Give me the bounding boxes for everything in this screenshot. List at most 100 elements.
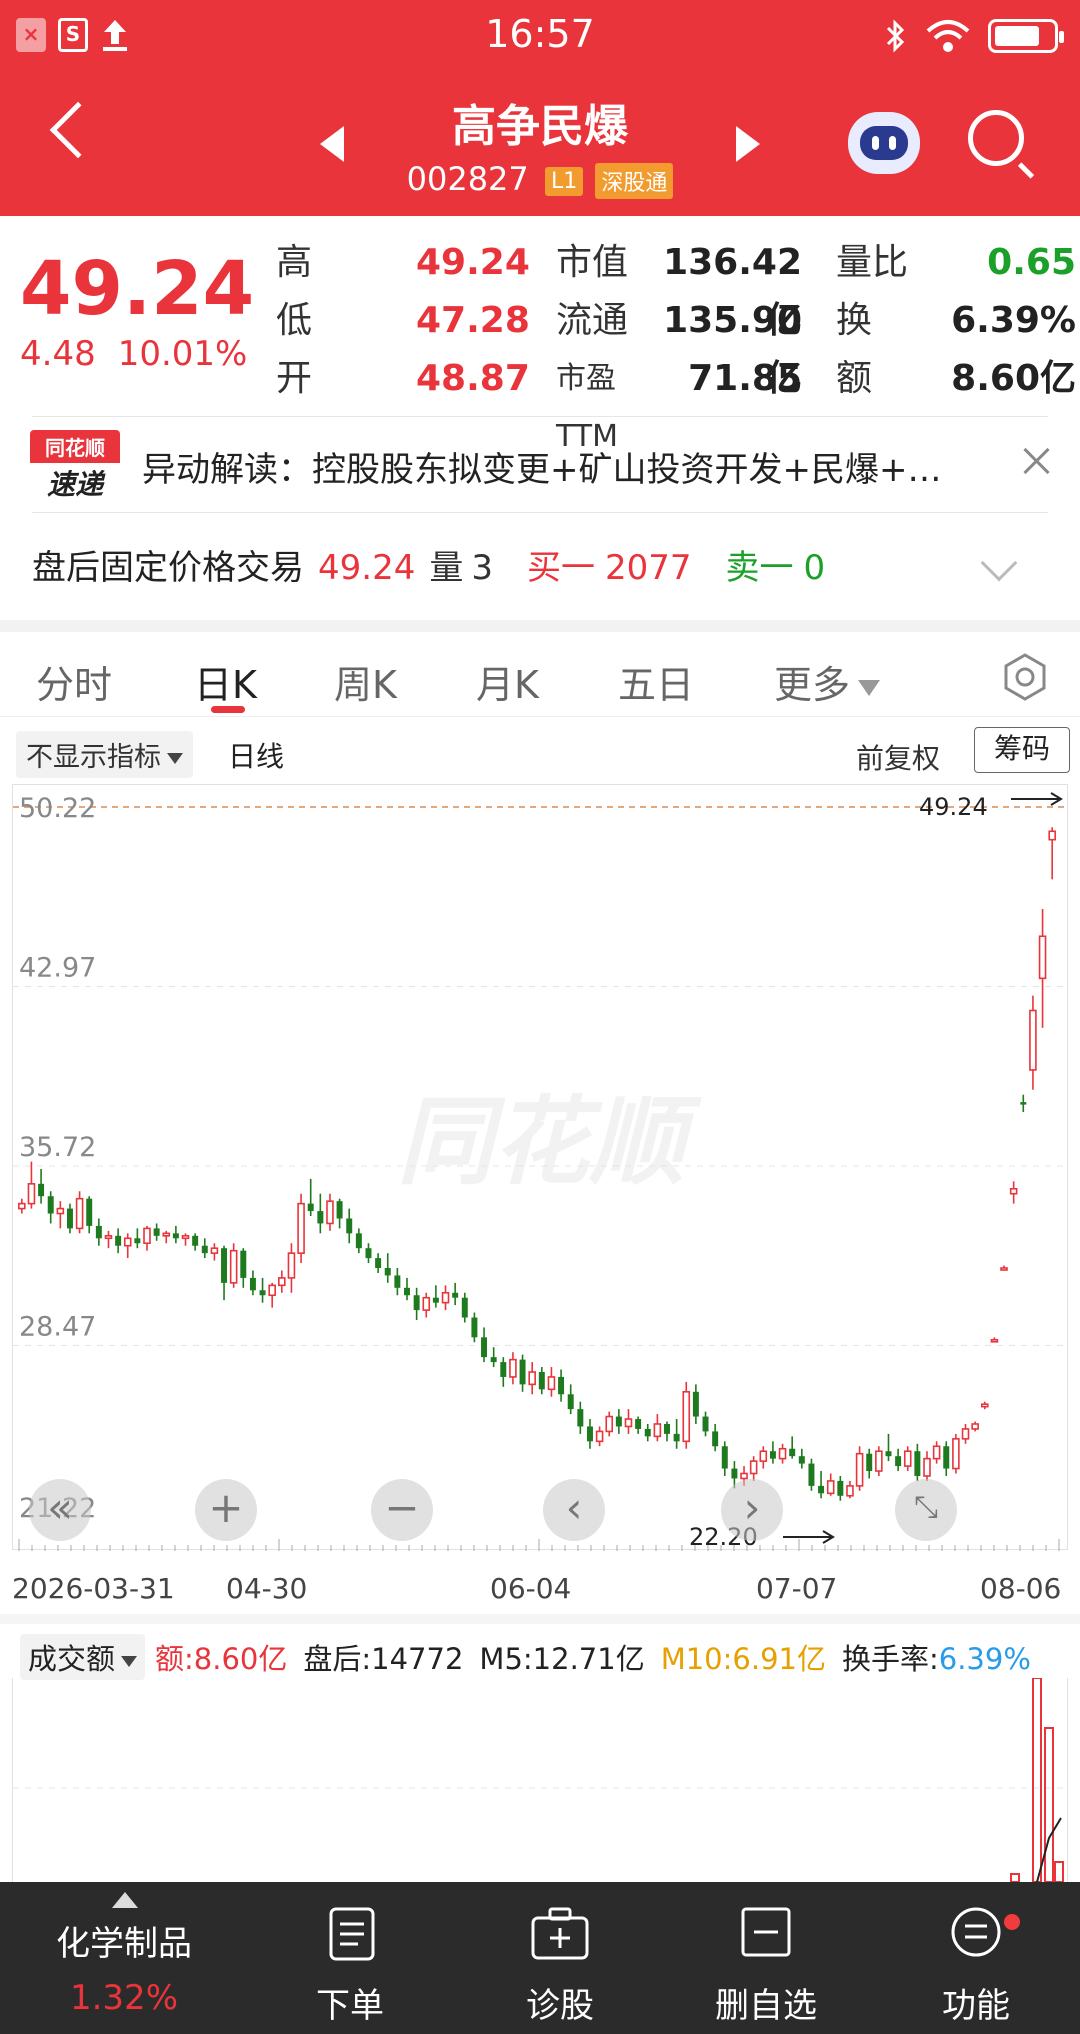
date-tick: 08-06 — [980, 1572, 1062, 1605]
battery-icon — [988, 19, 1064, 53]
nav-remove-watchlist[interactable]: 删自选 — [686, 1882, 846, 2034]
volume-svg — [13, 1677, 1069, 1883]
candle-body — [278, 1277, 286, 1287]
date-tick: 2026-03-31 — [12, 1572, 175, 1605]
level-tag: L1 — [544, 166, 584, 196]
bluetooth-icon — [886, 19, 905, 53]
tab-intraday[interactable]: 分时 — [36, 654, 112, 709]
candle-body — [826, 1480, 835, 1495]
tab-more[interactable]: 更多 — [774, 654, 881, 709]
next-stock-button[interactable] — [736, 126, 760, 162]
candle-body — [259, 1290, 266, 1296]
robot-eye-right — [889, 136, 896, 150]
ai-assistant-robot-icon[interactable] — [848, 112, 920, 174]
candle-body — [644, 1428, 651, 1437]
tab-five-day[interactable]: 五日 — [618, 654, 694, 709]
candle-body — [365, 1248, 372, 1259]
change-percent: 10.01% — [117, 334, 248, 374]
settings-hexagon-icon[interactable] — [1000, 652, 1050, 702]
candle-body — [866, 1453, 873, 1472]
candle-body — [635, 1419, 642, 1429]
bottom-nav: 化学制品 1.32% 下单 诊股 删自选 功能 — [0, 1882, 1080, 2034]
nav-diagnose[interactable]: 诊股 — [480, 1882, 640, 2034]
current-price: 49.24 — [20, 246, 255, 332]
zoom-in-icon[interactable]: + — [195, 1479, 257, 1541]
indicator-dropdown[interactable]: 不显示指标 — [16, 731, 193, 778]
tab-daily-k[interactable]: 日K — [194, 654, 257, 709]
robot-eye-left — [872, 136, 879, 150]
candle-body — [837, 1480, 844, 1496]
connect-tag: 深股通 — [595, 163, 674, 199]
candle-body — [875, 1450, 883, 1472]
news-logo: 同花顺 速递 — [30, 430, 120, 502]
candle-body — [1020, 1102, 1027, 1105]
candle-body — [307, 1203, 314, 1212]
candle-body — [885, 1451, 892, 1457]
pan-right-icon[interactable]: › — [721, 1479, 783, 1541]
pan-left-icon[interactable]: ‹ — [543, 1479, 605, 1541]
y-tick-label: 28.47 — [19, 1312, 96, 1343]
candle-body — [287, 1252, 296, 1279]
quote-pe-ttm: 市盈TTM 71.85 — [556, 358, 802, 454]
rewind-icon[interactable]: « — [29, 1479, 91, 1541]
volume-indicator-dropdown[interactable]: 成交额 — [20, 1634, 146, 1680]
candle-body — [317, 1211, 324, 1224]
volume-bar — [1010, 1873, 1020, 1883]
candle-body — [95, 1225, 102, 1239]
industry-name: 化学制品 — [56, 1924, 192, 1964]
candle-body — [355, 1233, 362, 1249]
search-icon[interactable] — [968, 110, 1024, 166]
candle-body — [461, 1297, 468, 1318]
candle-body — [778, 1447, 787, 1460]
tab-weekly-k[interactable]: 周K — [334, 654, 397, 709]
candle-body — [143, 1227, 151, 1245]
zoom-out-icon[interactable]: − — [371, 1479, 433, 1541]
volume-amount: 额:8.60亿 — [155, 1642, 288, 1676]
close-icon[interactable] — [1022, 446, 1052, 476]
candle-body — [624, 1418, 633, 1428]
kline-chart[interactable]: 同花顺50.2242.9735.7228.4721.2249.2422.20 «… — [12, 784, 1069, 1551]
divider — [32, 512, 1048, 513]
tab-monthly-k[interactable]: 月K — [476, 654, 539, 709]
chevron-down-icon[interactable] — [980, 544, 1018, 582]
candle-body — [577, 1409, 584, 1427]
industry-sector[interactable]: 化学制品 1.32% — [36, 1882, 212, 2034]
nav-order[interactable]: 下单 — [270, 1882, 430, 2034]
candle-body — [558, 1376, 565, 1395]
candle-body — [115, 1235, 122, 1246]
candle-body — [759, 1450, 768, 1462]
volume-chart[interactable] — [12, 1677, 1069, 1883]
adjust-button[interactable]: 前复权 — [856, 737, 940, 777]
chart-toolbar: 不显示指标 日线 前复权 筹码 — [0, 716, 1080, 782]
candle-body — [749, 1460, 758, 1475]
sell-one-value: 0 — [803, 548, 826, 588]
candle-body — [855, 1452, 864, 1487]
volume-bar — [1032, 1677, 1042, 1883]
candle-body — [471, 1317, 478, 1338]
fullscreen-icon[interactable]: ⤡ — [895, 1479, 957, 1541]
date-axis: 2026-03-31 04-30 06-04 07-07 08-06 — [0, 1572, 1080, 1612]
candle-body — [519, 1359, 526, 1385]
news-headline[interactable]: 异动解读：控股股东拟变更+矿山投资开发+民爆+… — [142, 442, 972, 491]
candle-body — [221, 1248, 228, 1283]
price-change: 4.48 10.01% — [20, 334, 247, 374]
candle-body — [808, 1463, 815, 1486]
candle-body — [123, 1237, 132, 1247]
candle-body — [943, 1446, 950, 1469]
candle-body — [192, 1235, 199, 1246]
date-tick: 04-30 — [226, 1572, 308, 1605]
candle-body — [1000, 1267, 1008, 1271]
after-hours-trade[interactable]: 盘后固定价格交易 49.24 量 3 买一 2077 卖一 0 — [32, 540, 839, 589]
notification-dot — [1004, 1914, 1020, 1930]
chip-button[interactable]: 筹码 — [974, 727, 1070, 773]
candle-body — [740, 1472, 748, 1480]
nav-functions[interactable]: 功能 — [896, 1882, 1056, 2034]
candle-body — [86, 1198, 93, 1226]
candle-body — [181, 1235, 190, 1240]
news-banner[interactable]: 同花顺 速递 异动解读：控股股东拟变更+矿山投资开发+民爆+… — [0, 418, 1080, 510]
after-hours-vol-label: 量 — [429, 548, 464, 588]
candle-body — [268, 1284, 276, 1297]
candle-body — [731, 1468, 738, 1479]
quote-market-cap: 市值 136.42亿 — [556, 242, 802, 341]
candle-body — [210, 1247, 219, 1254]
